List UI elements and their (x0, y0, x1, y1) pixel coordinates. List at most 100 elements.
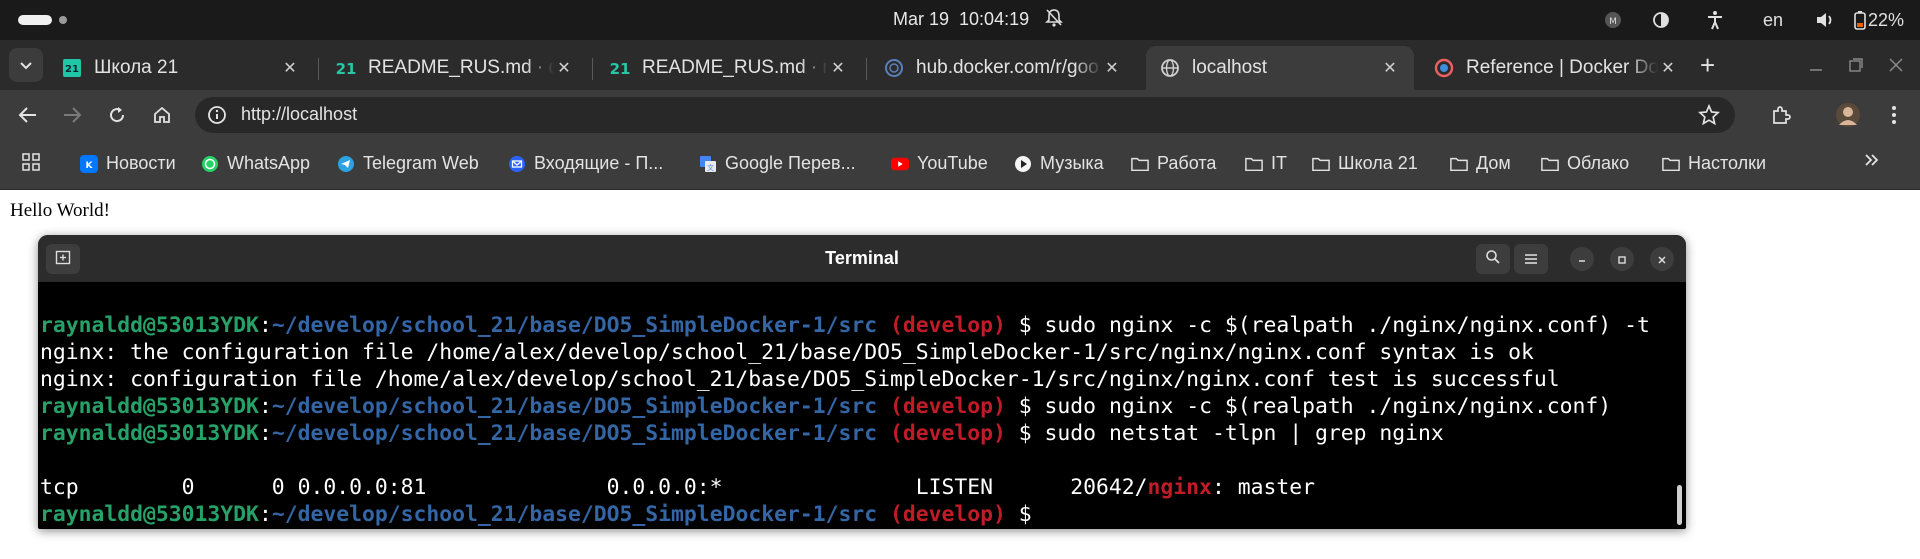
notifications-muted-icon (1045, 8, 1063, 33)
bookmark-folder-home[interactable]: Дом (1450, 153, 1511, 174)
prompt-path: ~/develop/school_21/base/DO5_SimpleDocke… (271, 502, 878, 527)
close-tab-icon[interactable]: ✕ (554, 58, 574, 78)
globe-loading-icon (884, 58, 904, 78)
search-button[interactable] (1476, 244, 1510, 274)
docker-docs-icon (1434, 58, 1454, 78)
more-bookmarks-icon[interactable] (1864, 153, 1880, 167)
close-button[interactable] (1650, 247, 1674, 271)
mail-icon (508, 155, 526, 173)
browser-toolbar: http://localhost (0, 90, 1920, 140)
bookmark-whatsapp[interactable]: WhatsApp (201, 153, 310, 174)
accessibility-icon[interactable] (1705, 10, 1725, 30)
bookmark-label: Настолки (1688, 153, 1767, 173)
bookmark-folder-cloud[interactable]: Облако (1541, 153, 1629, 174)
workspace-indicator-active[interactable] (18, 15, 52, 25)
music-icon (1014, 155, 1032, 173)
terminal-window[interactable]: Terminal raynaldd@53013YDK:~/develop/sch… (38, 235, 1686, 529)
maximize-button[interactable] (1610, 247, 1634, 271)
svg-text:21: 21 (336, 60, 356, 78)
forward-arrow-icon[interactable] (59, 102, 85, 128)
bookmark-label: Входящие - П... (534, 153, 664, 173)
home-icon[interactable] (149, 102, 175, 128)
bookmark-music[interactable]: Музыка (1014, 153, 1104, 174)
page-body-text: Hello World! (10, 200, 110, 221)
tab-docker-hub[interactable]: hub.docker.com/r/goo ✕ (870, 46, 1136, 90)
bookmark-news[interactable]: K Новости (80, 153, 176, 174)
profile-avatar[interactable] (1835, 102, 1861, 128)
minimize-icon (1577, 250, 1587, 269)
tab-divider (866, 58, 867, 80)
tab-divider (592, 58, 593, 80)
tab-search-button[interactable] (9, 48, 43, 82)
site-info-icon[interactable] (207, 105, 227, 129)
language-label: en (1763, 9, 1784, 30)
tab-readme-1[interactable]: 21 README_RUS.md · de ✕ (322, 46, 588, 90)
prompt-user-host: raynaldd@53013YDK (40, 421, 259, 446)
extensions-icon[interactable] (1768, 102, 1794, 128)
reload-icon[interactable] (104, 102, 130, 128)
bookmark-inbox[interactable]: Входящие - П... (508, 153, 663, 174)
close-tab-icon[interactable]: ✕ (1102, 58, 1122, 78)
kebab-menu-icon[interactable] (1881, 102, 1907, 128)
prompt-path: ~/develop/school_21/base/DO5_SimpleDocke… (271, 313, 878, 338)
tab-localhost[interactable]: localhost ✕ (1146, 46, 1414, 90)
whatsapp-icon (201, 155, 219, 173)
terminal-title: Terminal (825, 248, 899, 268)
address-bar[interactable]: http://localhost (195, 97, 1735, 133)
bookmark-folder-boardgames[interactable]: Настолки (1662, 153, 1766, 174)
terminal-line-prompt: raynaldd@53013YDK:~/develop/school_21/ba… (40, 313, 1650, 338)
terminal-line-netstat: tcp 0 0 0.0.0.0:81 0.0.0.0:* LISTEN 2064… (40, 475, 1315, 500)
command-text: sudo nginx -c $(realpath ./nginx/nginx.c… (1044, 313, 1650, 338)
svg-text:文: 文 (707, 163, 714, 172)
bookmark-label: Telegram Web (363, 153, 479, 173)
translate-icon: 文 (699, 155, 717, 173)
minimize-button[interactable] (1570, 247, 1594, 271)
workspace-indicator[interactable] (59, 16, 67, 24)
bookmark-label: Новости (106, 153, 176, 173)
tab-docker-reference[interactable]: Reference | Docker Do ✕ (1420, 46, 1692, 90)
bookmark-star-icon[interactable] (1698, 103, 1720, 130)
language-indicator[interactable]: en (1763, 0, 1783, 40)
night-light-icon[interactable] (1651, 10, 1671, 30)
terminal-line-prompt: raynaldd@53013YDK:~/develop/school_21/ba… (40, 421, 1444, 446)
close-tab-icon[interactable]: ✕ (828, 58, 848, 78)
bookmark-folder-work[interactable]: Работа (1131, 153, 1216, 174)
minimize-window-icon[interactable] (1809, 56, 1823, 77)
bookmark-label: Google Перев... (725, 153, 856, 173)
bookmark-google-translate[interactable]: 文 Google Перев... (699, 153, 856, 174)
close-tab-icon[interactable]: ✕ (280, 58, 300, 78)
close-tab-icon[interactable]: ✕ (1380, 58, 1400, 78)
bookmark-folder-it[interactable]: IT (1245, 153, 1287, 174)
terminal-output[interactable]: raynaldd@53013YDK:~/develop/school_21/ba… (40, 312, 1650, 528)
chevron-down-icon (19, 56, 33, 75)
tab-title: Школа 21 (94, 57, 179, 78)
battery-icon[interactable] (1850, 10, 1870, 30)
terminal-scrollbar[interactable] (1677, 485, 1682, 525)
restore-window-icon[interactable] (1849, 56, 1863, 77)
bookmark-folder-school21[interactable]: Школа 21 (1312, 153, 1418, 174)
bookmark-label: IT (1271, 153, 1287, 173)
close-window-icon[interactable] (1889, 56, 1903, 77)
app-indicator-icon[interactable]: M (1603, 10, 1623, 30)
gitea-icon: 21 (336, 58, 356, 78)
school21-icon: 21 (62, 58, 82, 78)
bookmark-label: Дом (1476, 153, 1511, 173)
bookmark-telegram[interactable]: Telegram Web (337, 153, 479, 174)
bookmark-label: Облако (1567, 153, 1630, 173)
tab-school21[interactable]: 21 Школа 21 ✕ (48, 46, 314, 90)
folder-icon (1245, 155, 1263, 173)
hamburger-menu-icon (1524, 250, 1538, 269)
close-tab-icon[interactable]: ✕ (1658, 58, 1678, 78)
new-tab-button[interactable]: + (1700, 50, 1715, 81)
close-icon (1657, 250, 1667, 269)
svg-text:K: K (86, 161, 94, 171)
tab-readme-2[interactable]: 21 README_RUS.md · ma ✕ (596, 46, 862, 90)
apps-grid-icon[interactable] (22, 153, 40, 171)
back-arrow-icon[interactable] (15, 102, 41, 128)
menu-button[interactable] (1514, 244, 1548, 274)
bookmark-youtube[interactable]: YouTube (891, 153, 988, 174)
clock[interactable]: Mar 19 10:04:19 (893, 9, 1039, 30)
volume-icon[interactable] (1815, 10, 1835, 30)
terminal-header-bar[interactable]: Terminal (38, 235, 1686, 282)
telegram-icon (337, 155, 355, 173)
